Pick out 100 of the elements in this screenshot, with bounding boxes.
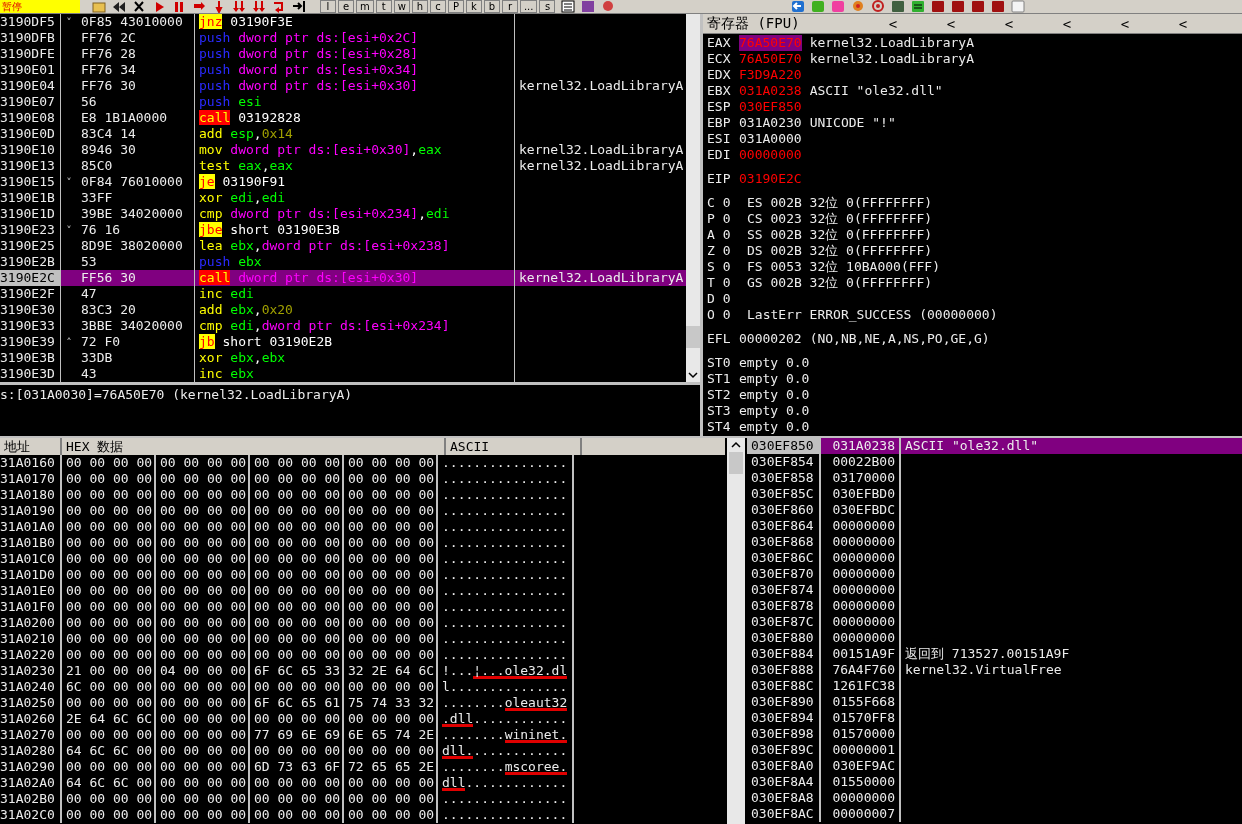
target-icon[interactable]	[871, 0, 886, 13]
register-value[interactable]: F3D9A220	[739, 67, 802, 83]
blank-icon[interactable]	[1011, 0, 1026, 13]
hex-bytes: 00 00 00 00	[156, 727, 250, 743]
square-icon[interactable]	[951, 0, 966, 13]
register-value[interactable]: 00000000	[739, 147, 802, 163]
hex-bytes: 00 00 00 00	[250, 631, 344, 647]
register-value[interactable]: 031A0238	[739, 83, 802, 99]
toolbar-button[interactable]: ...	[519, 0, 538, 13]
register-value[interactable]: 031A0000	[739, 131, 802, 147]
value-cell: 1261FC38	[821, 678, 901, 694]
flag-value: S 0	[707, 259, 732, 275]
column-header[interactable]: ASCII	[446, 438, 582, 455]
square-icon[interactable]	[931, 0, 946, 13]
hex-bytes: 00 00 00 00	[250, 567, 344, 583]
toolbar-button[interactable]: k	[465, 0, 482, 13]
return-arrow-icon[interactable]	[272, 0, 286, 13]
value-cell: 01570FF8	[821, 710, 901, 726]
hex-cell: FF76 34	[77, 62, 195, 78]
ascii-cell: ................	[438, 807, 574, 823]
toolbar-button[interactable]: h	[411, 0, 428, 13]
address-cell: 3190E04	[0, 78, 61, 94]
toolbar-button[interactable]: P	[447, 0, 464, 13]
list-icon[interactable]	[561, 0, 576, 13]
address-cell: 31A0160	[0, 455, 62, 471]
circle-icon[interactable]	[851, 0, 866, 13]
hex-bytes: 00 00 00 00	[62, 519, 156, 535]
register-comment: kernel32.LoadLibraryA	[809, 51, 974, 67]
hex-cell: 72 F0	[77, 334, 195, 350]
ascii-cell: dll.............	[438, 743, 574, 759]
toolbar-button[interactable]: l	[320, 0, 336, 13]
double-arrow-icon[interactable]	[252, 0, 266, 13]
ascii-cell: ................	[438, 599, 574, 615]
arrow-left-icon[interactable]	[791, 0, 806, 13]
toolbar-button[interactable]: m	[356, 0, 374, 13]
hex-bytes: 00 00 00 00	[62, 727, 156, 743]
square-icon[interactable]	[891, 0, 906, 13]
toolbar-button[interactable]: b	[483, 0, 500, 13]
toolbar-button[interactable]: w	[393, 0, 410, 13]
pause-icon[interactable]	[172, 0, 186, 13]
instruction-cell: jbe short 03190E3B	[195, 222, 515, 238]
column-header[interactable]: 地址	[0, 438, 62, 455]
hex-cell: 56	[77, 94, 195, 110]
scrollbar[interactable]	[686, 14, 700, 382]
folder-icon[interactable]	[92, 0, 106, 13]
hex-bytes: 64 6C 6C 00	[62, 743, 156, 759]
register-value[interactable]: 030EF850	[739, 99, 802, 115]
hex-cell: FF76 28	[77, 46, 195, 62]
toolbar-button[interactable]: c	[429, 0, 446, 13]
scroll-thumb[interactable]	[686, 326, 700, 348]
address-cell: 31A01E0	[0, 583, 62, 599]
ascii-cell: ................	[438, 471, 574, 487]
toolbar-button[interactable]: t	[375, 0, 392, 13]
address-cell: 030EF89C	[747, 742, 821, 758]
comment-text: kernel32.VirtualFree	[905, 662, 1062, 677]
register-value[interactable]: 03190E2C	[739, 171, 802, 187]
value-cell: 00000001	[821, 742, 901, 758]
close-icon[interactable]	[132, 0, 146, 13]
hex-bytes: 6F 6C 65 61	[250, 695, 344, 711]
address-cell: 030EF854	[747, 454, 821, 470]
hex-cell: FF76 30	[77, 78, 195, 94]
circle-icon[interactable]	[601, 0, 616, 13]
selected-row[interactable]: 030EF850 031A0238 ASCII "ole32.dll"	[747, 438, 1242, 454]
hex-bytes: 00 00 00 00	[62, 791, 156, 807]
arrow-to-line-icon[interactable]	[292, 0, 306, 13]
hex-bytes: 00 00 00 00	[344, 711, 438, 727]
grid-icon[interactable]	[911, 0, 926, 13]
hex-bytes: 2E 64 6C 6C	[62, 711, 156, 727]
square-icon[interactable]	[581, 0, 596, 13]
address-cell: 030EF880	[747, 630, 821, 646]
ascii-cell: ................	[438, 455, 574, 471]
selected-row[interactable]: 3190E2C FF56 30 call dword ptr ds:[esi+0x30] kernel32.LoadLibraryA	[0, 270, 686, 286]
hex-bytes: 00 00 00 00	[250, 519, 344, 535]
address-cell: 3190E15	[0, 174, 61, 190]
square-icon[interactable]	[831, 0, 846, 13]
toolbar-button[interactable]: s	[539, 0, 556, 13]
square-icon[interactable]	[991, 0, 1006, 13]
scrollbar[interactable]	[727, 438, 745, 824]
hex-cell: 47	[77, 286, 195, 302]
arrow-right-icon[interactable]	[192, 0, 206, 13]
register-value[interactable]: 031A0230	[739, 115, 802, 131]
address-cell: 030EF890	[747, 694, 821, 710]
value-cell: 00000000	[821, 790, 901, 806]
value-cell: 030EFBD0	[821, 486, 901, 502]
register-value[interactable]: 76A50E70	[739, 51, 802, 67]
scroll-thumb[interactable]	[729, 452, 743, 474]
value-cell: 031A0238	[821, 438, 901, 454]
value-cell: 00000007	[821, 806, 901, 822]
ascii-cell: ................	[438, 551, 574, 567]
double-arrow-icon[interactable]	[232, 0, 246, 13]
column-header[interactable]: HEX 数据	[62, 438, 446, 455]
square-icon[interactable]	[971, 0, 986, 13]
toolbar-button[interactable]: e	[338, 0, 354, 13]
register-name: EBP	[707, 115, 732, 131]
address-cell: 31A01B0	[0, 535, 62, 551]
hex-bytes: 00 00 00 00	[250, 471, 344, 487]
flag-value: O 0	[707, 307, 732, 323]
value-cell: 00151A9F	[821, 646, 901, 662]
toolbar-button[interactable]: r	[501, 0, 518, 13]
hex-bytes: 00 00 00 00	[156, 615, 250, 631]
